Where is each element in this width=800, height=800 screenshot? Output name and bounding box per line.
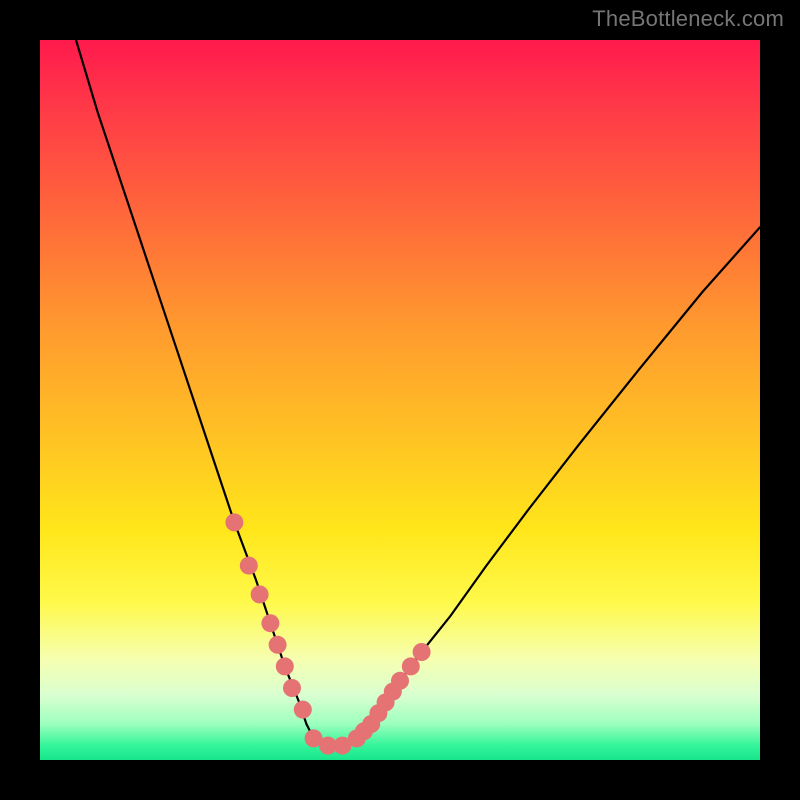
marker-dot <box>413 643 431 661</box>
marker-dot <box>402 657 420 675</box>
marker-dot <box>276 657 294 675</box>
marker-dot <box>269 636 287 654</box>
plot-area <box>40 40 760 760</box>
marker-dot <box>251 585 269 603</box>
marker-dot <box>283 679 301 697</box>
marker-dot <box>261 614 279 632</box>
highlighted-points <box>225 513 430 754</box>
curve-svg <box>40 40 760 760</box>
bottleneck-curve <box>76 40 760 746</box>
marker-dot <box>225 513 243 531</box>
marker-dot <box>240 557 258 575</box>
chart-frame: TheBottleneck.com <box>0 0 800 800</box>
watermark-text: TheBottleneck.com <box>592 6 784 32</box>
marker-dot <box>294 701 312 719</box>
marker-dot <box>391 672 409 690</box>
